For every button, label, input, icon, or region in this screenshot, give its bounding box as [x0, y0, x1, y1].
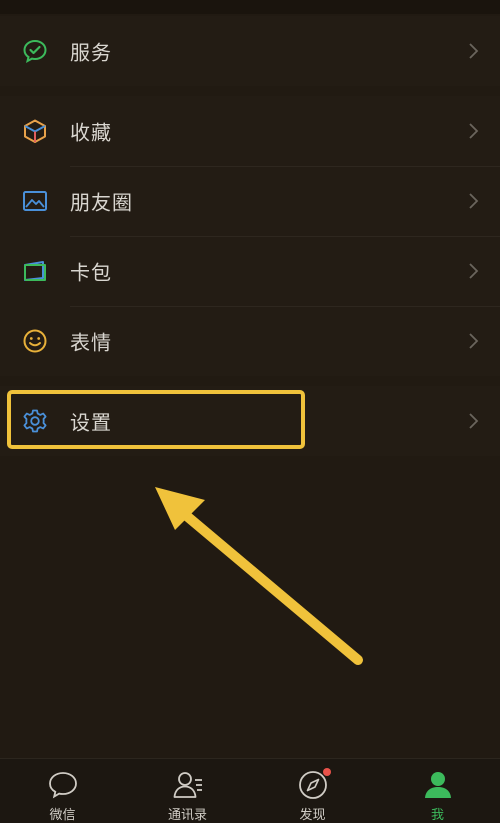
tab-label-chats: 微信 — [49, 808, 76, 823]
person-icon — [421, 768, 455, 802]
menu-label-moments: 朋友圈 — [70, 190, 133, 215]
menu-label-services: 服务 — [70, 40, 112, 65]
menu-item-stickers[interactable]: 表情 — [0, 306, 500, 376]
tab-me[interactable]: 我 — [375, 759, 500, 823]
bottom-tab-bar: 微信 通讯录 发现 我 — [0, 758, 500, 823]
image-icon — [22, 188, 48, 214]
menu-label-stickers: 表情 — [70, 330, 112, 355]
chat-bubble-icon — [46, 768, 80, 802]
tab-discover[interactable]: 发现 — [250, 759, 375, 823]
notification-dot — [322, 768, 331, 776]
chevron-right-icon — [469, 413, 479, 429]
compass-icon — [296, 768, 331, 802]
tab-label-discover: 发现 — [299, 808, 326, 823]
tab-chats[interactable]: 微信 — [0, 759, 125, 823]
menu-item-services[interactable]: 服务 — [0, 16, 500, 86]
chevron-right-icon — [469, 193, 479, 209]
chevron-right-icon — [469, 333, 479, 349]
smiley-icon — [22, 328, 48, 354]
menu-item-moments[interactable]: 朋友圈 — [0, 166, 500, 236]
top-strip — [0, 0, 500, 14]
settings-group: 设置 — [0, 386, 500, 456]
wechat-pay-icon — [22, 38, 48, 64]
tab-contacts[interactable]: 通讯录 — [125, 759, 250, 823]
wallet-icon — [22, 258, 48, 284]
tab-label-contacts: 通讯录 — [167, 808, 207, 823]
features-group: 收藏 朋友圈 卡包 表情 — [0, 96, 500, 376]
chevron-right-icon — [469, 43, 479, 59]
tab-label-me: 我 — [430, 808, 444, 823]
cube-icon — [22, 118, 48, 144]
chevron-right-icon — [469, 123, 479, 139]
gear-icon — [22, 408, 48, 434]
contacts-icon — [171, 768, 205, 802]
menu-label-favorites: 收藏 — [70, 120, 112, 145]
menu-item-settings[interactable]: 设置 — [0, 386, 500, 456]
me-page: 服务 收藏 朋友圈 卡包 表情 设置 微信 通讯录 发现 我 — [0, 0, 500, 823]
menu-item-favorites[interactable]: 收藏 — [0, 96, 500, 166]
menu-label-cards: 卡包 — [70, 260, 112, 285]
chevron-right-icon — [469, 263, 479, 279]
menu-label-settings: 设置 — [70, 410, 112, 435]
services-group: 服务 — [0, 16, 500, 86]
menu-item-cards[interactable]: 卡包 — [0, 236, 500, 306]
